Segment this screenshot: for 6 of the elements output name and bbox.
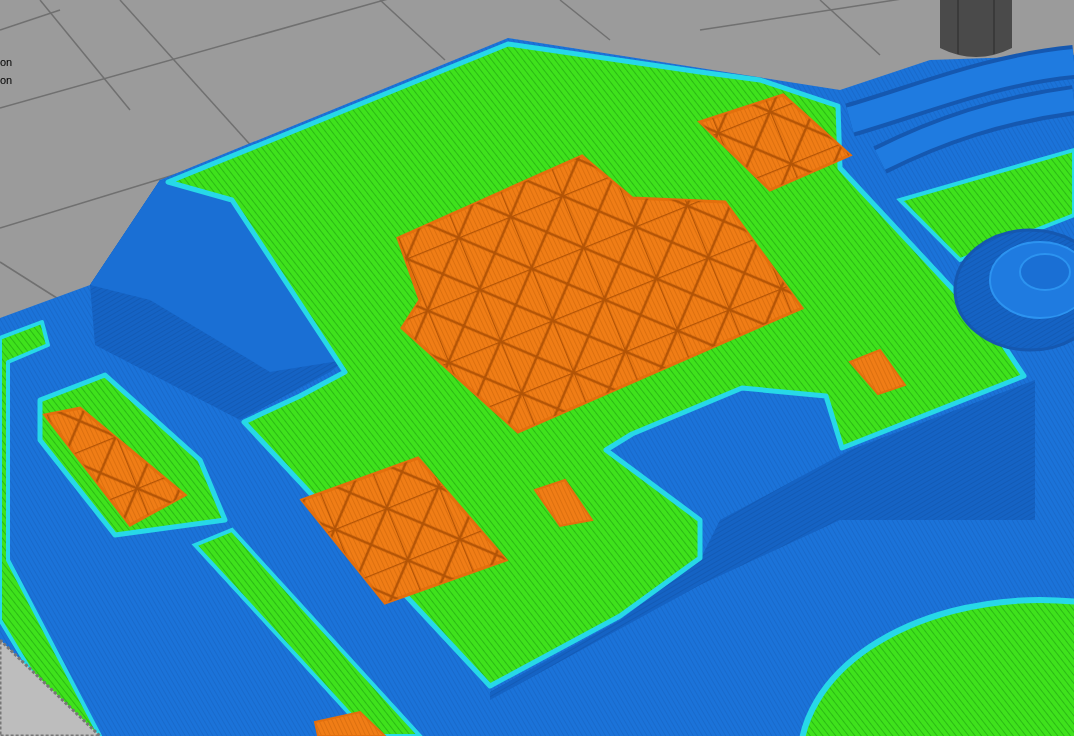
legend-label: on [0,56,13,69]
grid-line [559,0,611,41]
infill-patch [533,478,594,528]
print-nozzle [940,0,1012,57]
infill-patch [848,348,907,396]
legend-label: on [0,74,13,87]
